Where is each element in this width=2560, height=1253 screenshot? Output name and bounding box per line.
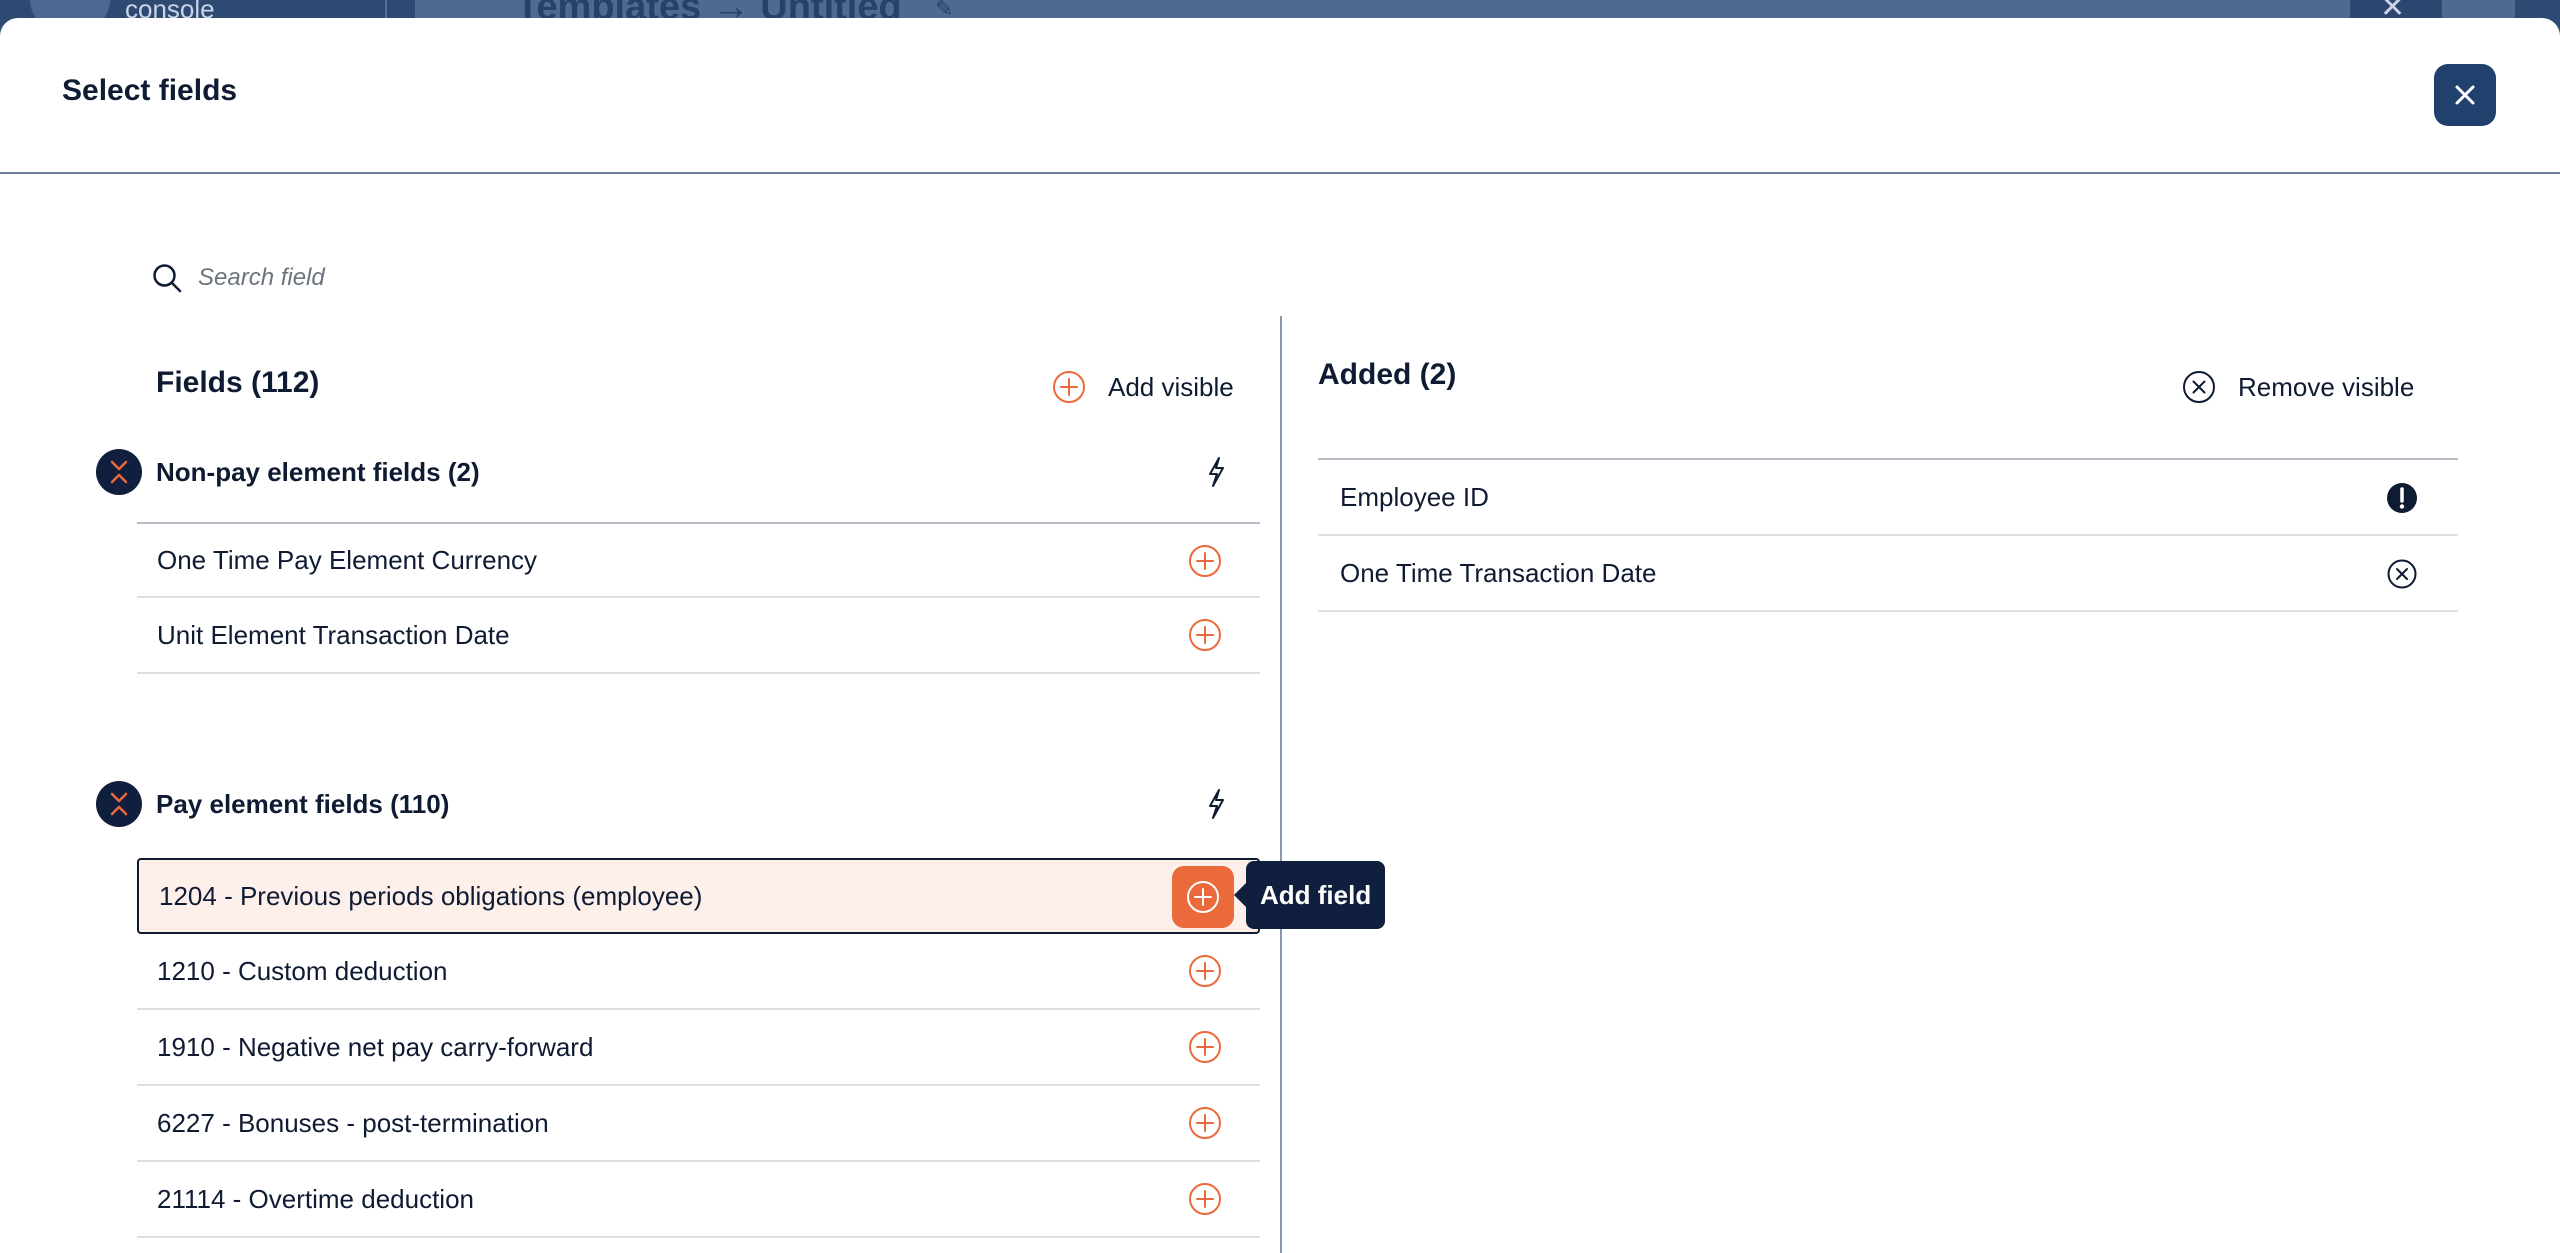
field-row: 6227 - Bonuses - post-termination xyxy=(137,1086,1260,1162)
collapse-group-button[interactable] xyxy=(96,449,142,495)
collapse-chevrons-icon xyxy=(110,460,128,484)
modal-title: Select fields xyxy=(62,74,238,107)
add-field-icon[interactable] xyxy=(1188,954,1222,988)
collapse-group-button[interactable] xyxy=(96,781,142,827)
field-row: 1210 - Custom deduction xyxy=(137,934,1260,1010)
added-field-list: Employee ID One Time Transaction Date xyxy=(1318,458,2458,612)
field-label: 1204 - Previous periods obligations (emp… xyxy=(159,880,703,911)
lightning-bolt-icon[interactable] xyxy=(1206,456,1226,488)
required-alert-icon xyxy=(2387,483,2417,513)
select-fields-modal: Select fields Fields (112) Add visible xyxy=(0,18,2560,1253)
remove-visible-label: Remove visible xyxy=(2238,371,2415,402)
add-field-button[interactable] xyxy=(1172,866,1234,928)
close-icon xyxy=(2455,85,2475,105)
pay-field-list: 1204 - Previous periods obligations (emp… xyxy=(137,858,1260,1238)
field-row: One Time Pay Element Currency xyxy=(137,522,1260,598)
group-title: Pay element fields (110) xyxy=(156,788,450,819)
group-header-non-pay: Non-pay element fields (2) xyxy=(96,444,1260,500)
remove-visible-button[interactable]: Remove visible xyxy=(2182,370,2414,404)
non-pay-field-list: One Time Pay Element Currency Unit Eleme… xyxy=(137,522,1260,674)
collapse-chevrons-icon xyxy=(110,792,128,816)
group-header-pay: Pay element fields (110) xyxy=(96,776,1260,832)
field-label: 1910 - Negative net pay carry-forward xyxy=(157,1031,594,1062)
field-row: Unit Element Transaction Date xyxy=(137,598,1260,674)
close-button[interactable] xyxy=(2434,64,2496,126)
add-field-icon[interactable] xyxy=(1188,544,1222,578)
field-label: Unit Element Transaction Date xyxy=(157,619,510,650)
add-field-tooltip: Add field xyxy=(1233,861,1386,929)
added-field-label: Employee ID xyxy=(1340,481,1489,512)
modal-header: Select fields xyxy=(0,18,2560,174)
field-row-hovered: 1204 - Previous periods obligations (emp… xyxy=(137,858,1260,934)
add-field-icon[interactable] xyxy=(1188,1106,1222,1140)
add-field-icon[interactable] xyxy=(1188,1182,1222,1216)
group-title: Non-pay element fields (2) xyxy=(156,456,480,487)
added-title: Added (2) xyxy=(1318,358,1457,391)
search-icon xyxy=(153,264,182,293)
add-field-icon xyxy=(1187,881,1219,913)
field-label: One Time Pay Element Currency xyxy=(157,544,538,575)
search-input[interactable] xyxy=(198,264,698,292)
field-label: 1210 - Custom deduction xyxy=(157,955,448,986)
remove-circle-icon xyxy=(2183,371,2215,403)
field-row: 1910 - Negative net pay carry-forward xyxy=(137,1010,1260,1086)
field-row: 21114 - Overtime deduction xyxy=(137,1162,1260,1238)
field-label: 21114 - Overtime deduction xyxy=(157,1183,474,1214)
field-label: 6227 - Bonuses - post-termination xyxy=(157,1107,549,1138)
add-visible-button[interactable]: Add visible xyxy=(1052,370,1234,404)
add-field-icon[interactable] xyxy=(1188,618,1222,652)
column-divider xyxy=(1280,316,1282,1253)
lightning-bolt-icon[interactable] xyxy=(1206,788,1226,820)
header-divider xyxy=(385,0,419,20)
added-field-row: One Time Transaction Date xyxy=(1318,536,2458,612)
added-field-row: Employee ID xyxy=(1318,460,2458,536)
add-field-icon[interactable] xyxy=(1188,1030,1222,1064)
search-bar xyxy=(152,258,752,298)
fields-title: Fields (112) xyxy=(156,366,320,399)
add-visible-label: Add visible xyxy=(1108,371,1234,402)
add-circle-icon xyxy=(1053,371,1085,403)
remove-circle-icon[interactable] xyxy=(2386,558,2418,590)
added-field-label: One Time Transaction Date xyxy=(1340,557,1657,588)
